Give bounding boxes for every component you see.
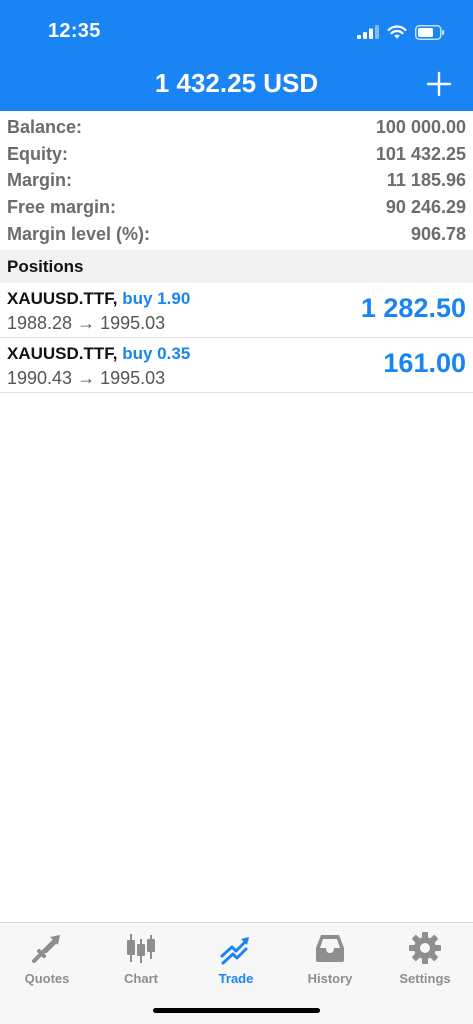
- summary-value: 906.78: [410, 223, 466, 244]
- position-row[interactable]: XAUUSD.TTF, buy 0.35 1990.43 → 1995.03 1…: [0, 338, 473, 393]
- summary-value: 100 000.00: [375, 116, 466, 137]
- chart-icon: [127, 934, 155, 963]
- summary-row-balance: Balance: 100 000.00: [0, 114, 473, 140]
- tab-trade[interactable]: Trade: [196, 931, 276, 991]
- summary-label: Equity:: [7, 143, 68, 164]
- summary-value: 101 432.25: [375, 143, 466, 164]
- position-symbol-line: XAUUSD.TTF, buy 1.90: [7, 289, 190, 309]
- tab-label: History: [307, 971, 353, 986]
- plus-icon: [426, 71, 452, 97]
- home-indicator: [153, 1008, 320, 1013]
- summary-row-margin: Margin: 11 185.96: [0, 167, 473, 193]
- summary-label: Margin:: [7, 169, 72, 190]
- position-row[interactable]: XAUUSD.TTF, buy 1.90 1988.28 → 1995.03 1…: [0, 283, 473, 338]
- summary-row-equity: Equity: 101 432.25: [0, 141, 473, 167]
- tab-label: Chart: [124, 971, 158, 986]
- summary-label: Balance:: [7, 116, 83, 137]
- trade-icon: [220, 937, 249, 965]
- position-prices: 1988.28 → 1995.03: [7, 313, 166, 333]
- tab-label: Settings: [399, 971, 451, 986]
- summary-label: Free margin:: [7, 196, 117, 217]
- tab-history[interactable]: History: [290, 931, 370, 991]
- cellular-signal-icon: [357, 25, 379, 39]
- summary-value: 11 185.96: [386, 169, 466, 190]
- summary-value: 90 246.29: [385, 196, 466, 217]
- history-icon: [316, 935, 344, 962]
- quotes-icon: [32, 935, 60, 963]
- position-direction: buy 0.35: [122, 344, 191, 363]
- battery-icon: [415, 24, 445, 40]
- position-direction: buy 1.90: [122, 289, 191, 308]
- equity-profit-title: 1 432.25 USD: [154, 68, 319, 98]
- position-profit: 161.00: [383, 348, 466, 378]
- position-symbol: XAUUSD.TTF,: [7, 289, 118, 308]
- positions-section-header: Positions: [0, 250, 473, 283]
- summary-row-margin-level: Margin level (%): 906.78: [0, 221, 473, 247]
- wifi-icon: [387, 24, 407, 39]
- tab-label: Quotes: [24, 971, 70, 986]
- status-time: 12:35: [48, 20, 101, 42]
- position-prices: 1990.43 → 1995.03: [7, 368, 166, 388]
- add-order-button[interactable]: [425, 70, 453, 98]
- tab-chart[interactable]: Chart: [101, 931, 181, 991]
- position-profit: 1 282.50: [360, 293, 466, 323]
- tab-settings[interactable]: Settings: [385, 931, 465, 991]
- tab-quotes[interactable]: Quotes: [7, 931, 87, 991]
- account-summary: Balance: 100 000.00 Equity: 101 432.25 M…: [0, 111, 473, 250]
- summary-label: Margin level (%):: [7, 223, 151, 244]
- tab-label: Trade: [218, 971, 254, 986]
- settings-icon: [409, 932, 441, 964]
- status-icons: [357, 20, 445, 44]
- summary-row-free-margin: Free margin: 90 246.29: [0, 194, 473, 220]
- position-symbol: XAUUSD.TTF,: [7, 344, 118, 363]
- header-bar: 12:35 1 432.25 USD: [0, 0, 473, 111]
- position-symbol-line: XAUUSD.TTF, buy 0.35: [7, 344, 190, 364]
